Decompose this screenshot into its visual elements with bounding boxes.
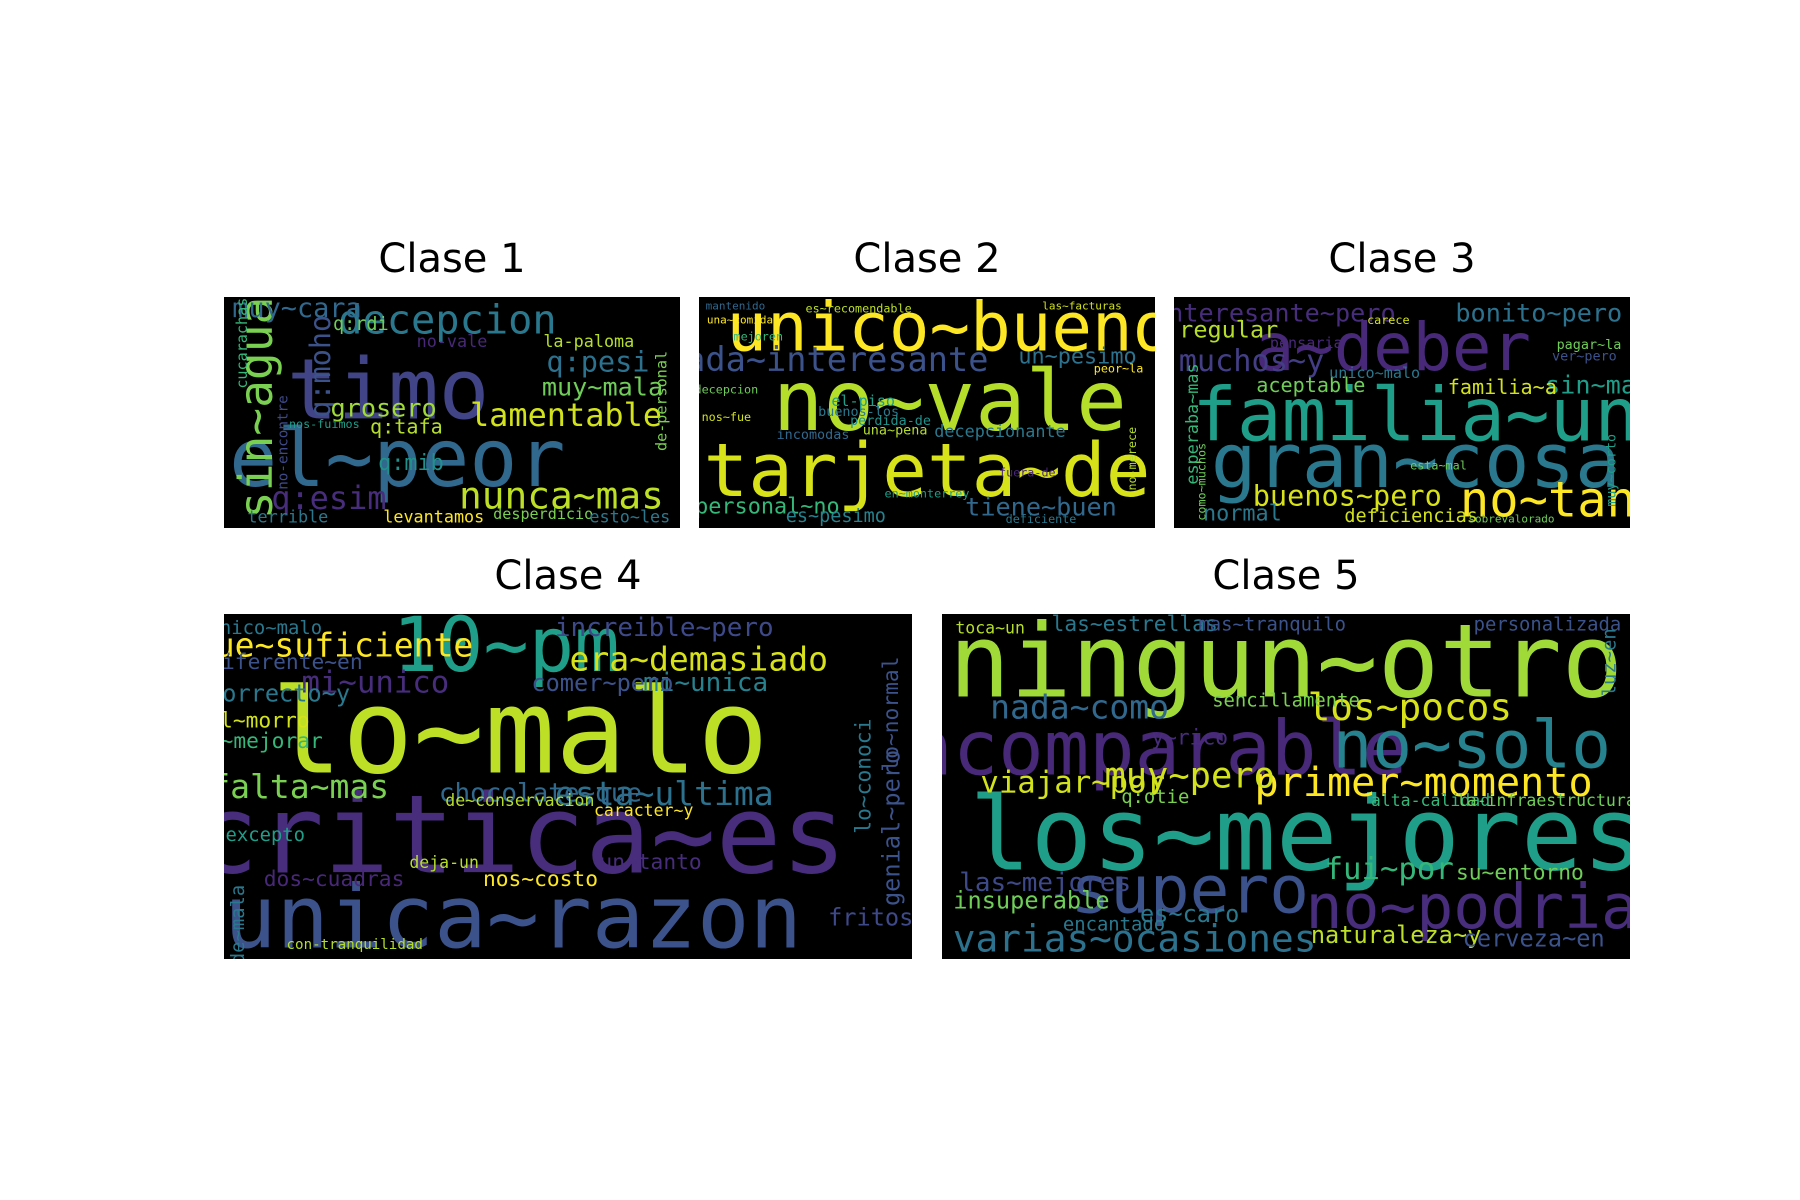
word-4-28: de~conservacion [445, 791, 594, 810]
word-1-25: nos-fuimos [289, 417, 360, 431]
word-4-21: un~tanto [599, 850, 701, 875]
word-2-16: es~recomendable [806, 302, 912, 316]
word-5-18: cerveza~en [1463, 924, 1605, 952]
word-4-22: fritos [828, 904, 912, 932]
word-5-15: insuperable [953, 886, 1109, 914]
word-1-20: no-encontre [275, 395, 291, 489]
wordcloud-svg-3: familia~ungran~cosaa~deberno~tanbuenos~p… [1174, 299, 1630, 528]
word-2-18: en~monterrey [885, 486, 970, 500]
word-2-20: decepcion [699, 382, 758, 396]
word-2-19: deficiente [1006, 512, 1077, 526]
word-5-25: encantado [1063, 914, 1165, 936]
word-1-19: de-personal [653, 351, 671, 451]
wordcloud-panel-1: timo el~peor sin~agua decepcion nunca~mas lam… [224, 297, 680, 528]
word-5-30: la-infraestructura-de [1457, 791, 1630, 810]
word-3-20: esta~mal [1410, 459, 1467, 473]
word-3-14: normal [1203, 502, 1282, 527]
wordcloud-svg-2: unico~buenono~valetarjeta~denada~interes… [699, 297, 1155, 527]
word-3-24: como~muchos [1194, 443, 1208, 521]
word-4-31: de~mala [227, 885, 249, 959]
word-2-9: decepcionante [934, 421, 1065, 441]
word-5-23: sencillamente [1212, 689, 1360, 711]
word-1-17: no-vale [417, 331, 488, 351]
word-5-10: nada~como [990, 688, 1169, 727]
word-4-13: falta~mas [224, 767, 389, 806]
word-2-25: las~facturas [1042, 300, 1121, 313]
word-2-8: es~pesimo [786, 506, 886, 527]
word-2-24: una~comida [707, 314, 773, 327]
word-2-23: mantenido [706, 300, 766, 313]
word-3-23: carece [1367, 313, 1409, 327]
word-5-20: mas~tranquilo [1198, 614, 1346, 635]
word-1-14: q:tafa [370, 414, 443, 438]
word-3-19: ver~pero [1552, 350, 1617, 365]
word-1-12: muy~mala [542, 373, 663, 402]
word-2-14: incomodas [777, 428, 850, 443]
word-5-13: fui~por [1325, 852, 1454, 887]
wordcloud-svg-5: ningun~otrolos~mejoresincomparableno~sol… [942, 614, 1630, 959]
word-3-9: sin~mas [1545, 370, 1630, 399]
word-4-14: correcto~y [224, 679, 350, 707]
wordcloud-svg-1: timoel~peorsin~agua decepcionnunca~maslam… [229, 297, 671, 526]
word-2-15: no-merece [1125, 427, 1139, 491]
word-2-4: nada~interesante [699, 340, 988, 379]
word-1-13: q:mib [378, 451, 444, 476]
word-5-24: y~rico [1151, 726, 1228, 751]
word-1-23: desperdicio [493, 505, 593, 523]
word-4-20: dos~cuadras [264, 867, 405, 892]
word-4-23: genial~pero [877, 750, 905, 906]
panel-title-5: Clase 5 [1212, 553, 1360, 599]
word-1-21: terrible [247, 506, 328, 526]
word-2-13: una~pena [863, 423, 928, 438]
word-5-27: toca~un [955, 618, 1025, 637]
word-2-17: fuera-de [999, 466, 1056, 480]
wordcloud-svg-4: lo~malocritica~esunica~razon10~pmque~suf… [224, 614, 912, 959]
word-4-10: comer~pero [531, 669, 673, 697]
word-5-26: q:otie [1121, 786, 1189, 808]
word-5-19: las~estrellas [1052, 614, 1218, 637]
word-4-26: excepto [226, 824, 305, 846]
word-4-16: a~mejorar [224, 729, 323, 754]
wordcloud-panel-5: ningun~otrolos~mejoresincomparableno~sol… [942, 614, 1630, 959]
word-1-24: esto~les [589, 506, 670, 526]
word-3-21: muy~corto [1604, 434, 1619, 507]
word-1-16: la-paloma [543, 331, 634, 351]
word-3-11: familia~a [1448, 375, 1557, 399]
word-4-17: diferente~en [224, 650, 363, 675]
word-3-15: deficiencias [1344, 506, 1477, 527]
word-4-18: unico~malo [224, 617, 322, 639]
word-5-28: luz~en [1598, 628, 1620, 696]
word-4-30: deja-un [409, 853, 479, 872]
word-4-24: lo~conoci [851, 719, 876, 834]
word-1-15: q:rdi [333, 314, 389, 335]
word-3-10: regular [1179, 315, 1278, 343]
wordcloud-panel-2: unico~buenono~valetarjeta~denada~interes… [699, 297, 1155, 528]
word-3-22: sobrevalorado [1468, 512, 1554, 525]
word-2-22: mejoren [734, 329, 784, 343]
word-2-26: peor~la [1094, 362, 1144, 376]
panel-title-3: Clase 3 [1328, 236, 1476, 282]
word-5-17: naturaleza~y [1311, 921, 1481, 949]
word-3-13: unico~malo [1329, 364, 1420, 382]
panel-title-1: Clase 1 [378, 236, 526, 282]
word-4-27: caracter~y [594, 801, 693, 820]
panel-title-4: Clase 4 [494, 553, 642, 599]
wordcloud-panel-3: familia~un gran~cosa a~deber no~tan buenos~p… [1174, 297, 1630, 528]
word-2-21: nos~fue [702, 410, 752, 424]
word-3-17: pensaria [1270, 334, 1343, 352]
figure: Clase 1 timo el~peor sin~agua decepcion nunca… [0, 0, 1800, 1200]
word-4-25: lo~normal [879, 657, 904, 772]
word-1-22: levantamos [383, 506, 484, 526]
panel-title-2: Clase 2 [853, 236, 1001, 282]
word-5-22: su~entorno [1456, 860, 1584, 885]
word-4-7: increible~pero [555, 614, 774, 643]
word-3-8: bonito~pero [1455, 299, 1622, 328]
word-4-19: nos~costo [483, 867, 598, 892]
word-1-18: cucarachas [233, 298, 251, 389]
wordcloud-panel-4: lo~malocritica~esunica~razon10~pmque~suf… [224, 614, 912, 959]
word-4-29: con-tranquilidad [287, 937, 423, 953]
